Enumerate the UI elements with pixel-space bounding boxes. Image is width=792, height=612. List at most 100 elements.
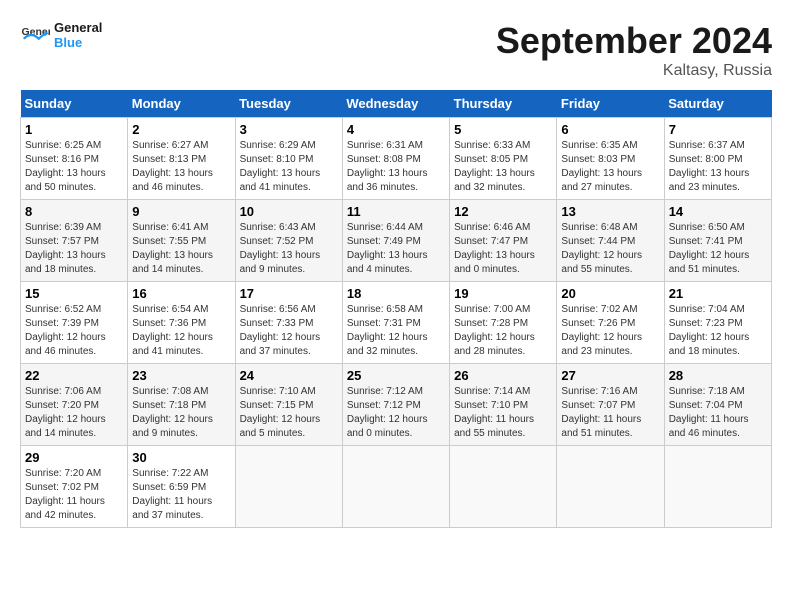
title-area: September 2024 Kaltasy, Russia	[496, 20, 772, 80]
day-number: 23	[132, 368, 230, 383]
day-info: Sunrise: 6:44 AMSunset: 7:49 PMDaylight:…	[347, 222, 428, 275]
day-number: 21	[669, 286, 767, 301]
day-number: 25	[347, 368, 445, 383]
day-info: Sunrise: 7:18 AMSunset: 7:04 PMDaylight:…	[669, 386, 749, 439]
day-info: Sunrise: 7:12 AMSunset: 7:12 PMDaylight:…	[347, 386, 428, 439]
day-number: 5	[454, 122, 552, 137]
day-info: Sunrise: 7:06 AMSunset: 7:20 PMDaylight:…	[25, 386, 106, 439]
calendar-cell: 13 Sunrise: 6:48 AMSunset: 7:44 PMDaylig…	[557, 200, 664, 282]
day-info: Sunrise: 6:29 AMSunset: 8:10 PMDaylight:…	[240, 140, 321, 193]
day-number: 27	[561, 368, 659, 383]
day-number: 20	[561, 286, 659, 301]
month-title: September 2024	[496, 20, 772, 62]
location: Kaltasy, Russia	[496, 62, 772, 80]
day-number: 10	[240, 204, 338, 219]
calendar-cell	[664, 446, 771, 528]
day-number: 12	[454, 204, 552, 219]
day-info: Sunrise: 6:31 AMSunset: 8:08 PMDaylight:…	[347, 140, 428, 193]
calendar-cell: 30 Sunrise: 7:22 AMSunset: 6:59 PMDaylig…	[128, 446, 235, 528]
day-number: 3	[240, 122, 338, 137]
day-number: 1	[25, 122, 123, 137]
calendar-week-row: 15 Sunrise: 6:52 AMSunset: 7:39 PMDaylig…	[21, 282, 772, 364]
day-number: 18	[347, 286, 445, 301]
day-number: 11	[347, 204, 445, 219]
calendar-cell: 2 Sunrise: 6:27 AMSunset: 8:13 PMDayligh…	[128, 118, 235, 200]
day-number: 2	[132, 122, 230, 137]
day-number: 29	[25, 450, 123, 465]
column-header-saturday: Saturday	[664, 90, 771, 118]
logo-blue: Blue	[54, 35, 102, 50]
day-number: 7	[669, 122, 767, 137]
day-number: 17	[240, 286, 338, 301]
calendar-cell: 19 Sunrise: 7:00 AMSunset: 7:28 PMDaylig…	[450, 282, 557, 364]
day-number: 19	[454, 286, 552, 301]
calendar-cell: 16 Sunrise: 6:54 AMSunset: 7:36 PMDaylig…	[128, 282, 235, 364]
day-info: Sunrise: 6:54 AMSunset: 7:36 PMDaylight:…	[132, 304, 213, 357]
day-number: 15	[25, 286, 123, 301]
calendar-cell: 20 Sunrise: 7:02 AMSunset: 7:26 PMDaylig…	[557, 282, 664, 364]
calendar-cell: 9 Sunrise: 6:41 AMSunset: 7:55 PMDayligh…	[128, 200, 235, 282]
day-number: 16	[132, 286, 230, 301]
column-header-wednesday: Wednesday	[342, 90, 449, 118]
logo-general: General	[54, 20, 102, 35]
calendar-cell: 29 Sunrise: 7:20 AMSunset: 7:02 PMDaylig…	[21, 446, 128, 528]
day-info: Sunrise: 6:50 AMSunset: 7:41 PMDaylight:…	[669, 222, 750, 275]
day-number: 6	[561, 122, 659, 137]
day-number: 4	[347, 122, 445, 137]
day-info: Sunrise: 6:46 AMSunset: 7:47 PMDaylight:…	[454, 222, 535, 275]
day-info: Sunrise: 7:02 AMSunset: 7:26 PMDaylight:…	[561, 304, 642, 357]
calendar-cell	[235, 446, 342, 528]
calendar-cell: 24 Sunrise: 7:10 AMSunset: 7:15 PMDaylig…	[235, 364, 342, 446]
day-number: 28	[669, 368, 767, 383]
day-info: Sunrise: 6:25 AMSunset: 8:16 PMDaylight:…	[25, 140, 106, 193]
column-header-monday: Monday	[128, 90, 235, 118]
calendar-cell: 15 Sunrise: 6:52 AMSunset: 7:39 PMDaylig…	[21, 282, 128, 364]
day-info: Sunrise: 6:41 AMSunset: 7:55 PMDaylight:…	[132, 222, 213, 275]
day-info: Sunrise: 6:48 AMSunset: 7:44 PMDaylight:…	[561, 222, 642, 275]
calendar-cell: 18 Sunrise: 6:58 AMSunset: 7:31 PMDaylig…	[342, 282, 449, 364]
day-info: Sunrise: 6:52 AMSunset: 7:39 PMDaylight:…	[25, 304, 106, 357]
day-number: 14	[669, 204, 767, 219]
day-number: 9	[132, 204, 230, 219]
day-info: Sunrise: 7:08 AMSunset: 7:18 PMDaylight:…	[132, 386, 213, 439]
calendar-cell	[450, 446, 557, 528]
calendar-cell: 21 Sunrise: 7:04 AMSunset: 7:23 PMDaylig…	[664, 282, 771, 364]
day-info: Sunrise: 7:22 AMSunset: 6:59 PMDaylight:…	[132, 468, 212, 521]
calendar-cell: 14 Sunrise: 6:50 AMSunset: 7:41 PMDaylig…	[664, 200, 771, 282]
day-info: Sunrise: 7:00 AMSunset: 7:28 PMDaylight:…	[454, 304, 535, 357]
day-info: Sunrise: 6:37 AMSunset: 8:00 PMDaylight:…	[669, 140, 750, 193]
calendar-cell: 1 Sunrise: 6:25 AMSunset: 8:16 PMDayligh…	[21, 118, 128, 200]
column-header-friday: Friday	[557, 90, 664, 118]
calendar-cell: 17 Sunrise: 6:56 AMSunset: 7:33 PMDaylig…	[235, 282, 342, 364]
day-info: Sunrise: 6:39 AMSunset: 7:57 PMDaylight:…	[25, 222, 106, 275]
column-header-thursday: Thursday	[450, 90, 557, 118]
calendar-cell: 26 Sunrise: 7:14 AMSunset: 7:10 PMDaylig…	[450, 364, 557, 446]
day-number: 24	[240, 368, 338, 383]
calendar-cell: 4 Sunrise: 6:31 AMSunset: 8:08 PMDayligh…	[342, 118, 449, 200]
day-info: Sunrise: 6:56 AMSunset: 7:33 PMDaylight:…	[240, 304, 321, 357]
column-header-sunday: Sunday	[21, 90, 128, 118]
header: General General Blue September 2024 Kalt…	[20, 20, 772, 80]
day-info: Sunrise: 7:10 AMSunset: 7:15 PMDaylight:…	[240, 386, 321, 439]
calendar-cell: 8 Sunrise: 6:39 AMSunset: 7:57 PMDayligh…	[21, 200, 128, 282]
calendar-cell: 27 Sunrise: 7:16 AMSunset: 7:07 PMDaylig…	[557, 364, 664, 446]
calendar-cell: 23 Sunrise: 7:08 AMSunset: 7:18 PMDaylig…	[128, 364, 235, 446]
calendar-cell: 7 Sunrise: 6:37 AMSunset: 8:00 PMDayligh…	[664, 118, 771, 200]
day-number: 26	[454, 368, 552, 383]
day-number: 8	[25, 204, 123, 219]
day-info: Sunrise: 6:35 AMSunset: 8:03 PMDaylight:…	[561, 140, 642, 193]
calendar-table: SundayMondayTuesdayWednesdayThursdayFrid…	[20, 90, 772, 528]
calendar-cell: 6 Sunrise: 6:35 AMSunset: 8:03 PMDayligh…	[557, 118, 664, 200]
logo: General General Blue	[20, 20, 102, 50]
calendar-week-row: 1 Sunrise: 6:25 AMSunset: 8:16 PMDayligh…	[21, 118, 772, 200]
day-info: Sunrise: 7:14 AMSunset: 7:10 PMDaylight:…	[454, 386, 534, 439]
calendar-cell: 5 Sunrise: 6:33 AMSunset: 8:05 PMDayligh…	[450, 118, 557, 200]
day-info: Sunrise: 6:33 AMSunset: 8:05 PMDaylight:…	[454, 140, 535, 193]
calendar-week-row: 29 Sunrise: 7:20 AMSunset: 7:02 PMDaylig…	[21, 446, 772, 528]
day-info: Sunrise: 6:27 AMSunset: 8:13 PMDaylight:…	[132, 140, 213, 193]
day-number: 30	[132, 450, 230, 465]
calendar-cell: 22 Sunrise: 7:06 AMSunset: 7:20 PMDaylig…	[21, 364, 128, 446]
day-info: Sunrise: 6:58 AMSunset: 7:31 PMDaylight:…	[347, 304, 428, 357]
day-info: Sunrise: 7:16 AMSunset: 7:07 PMDaylight:…	[561, 386, 641, 439]
calendar-cell	[557, 446, 664, 528]
